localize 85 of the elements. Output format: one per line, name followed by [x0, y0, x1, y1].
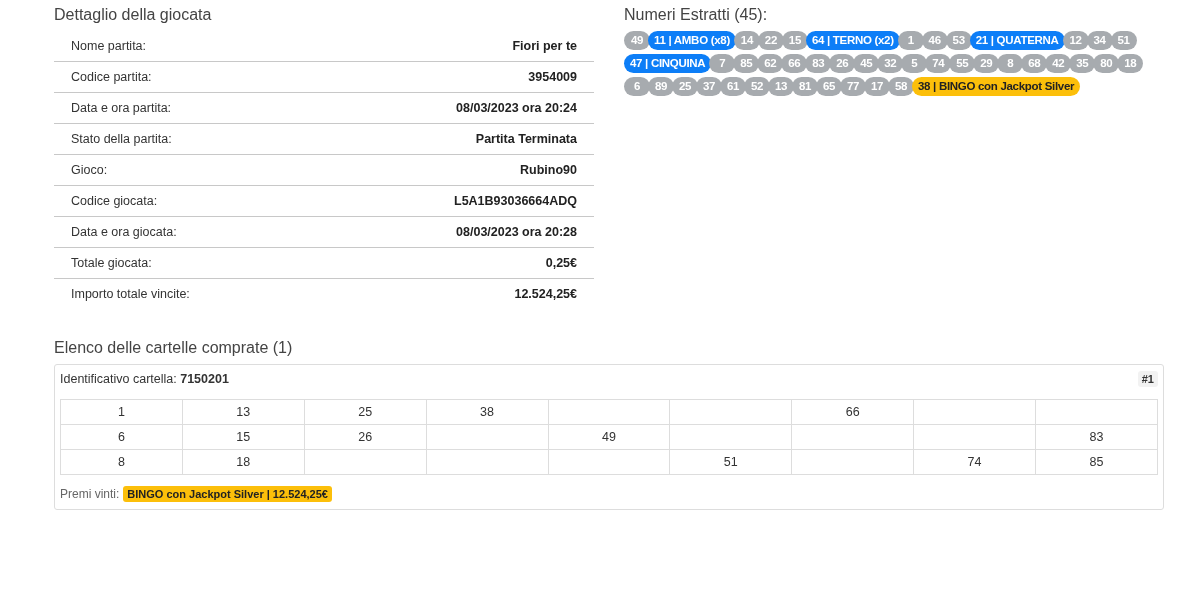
number-badge: 53 — [945, 31, 972, 50]
number-badge: 64 | TERNO (x2) — [805, 31, 900, 50]
ticket-cell: 15 — [182, 424, 305, 450]
number-badge: 47 | CINQUINA — [624, 54, 712, 73]
number-badge: 74 — [925, 54, 952, 73]
number-badge: 37 — [696, 77, 722, 96]
number-badge: 68 — [1021, 54, 1048, 73]
number-badge: 22 — [757, 31, 784, 50]
ticket-cell: 66 — [791, 399, 914, 425]
detail-label: Nome partita: — [71, 38, 147, 54]
detail-label: Stato della partita: — [71, 131, 172, 147]
ticket-cell: 51 — [669, 449, 792, 475]
ticket-id: Identificativo cartella: 7150201 — [60, 372, 229, 386]
number-badge: 6 — [624, 77, 650, 96]
section-title: Numeri Estratti (45): — [624, 6, 769, 24]
ticket-cell: 38 — [426, 399, 548, 425]
number-badge: 80 — [1093, 54, 1120, 73]
number-badge: 55 — [949, 54, 976, 73]
detail-label: Gioco: — [71, 162, 108, 178]
detail-value: Fiori per te — [512, 38, 577, 54]
number-badge: 14 — [733, 31, 760, 50]
number-badge: 51 — [1110, 31, 1137, 50]
ticket-cell: 8 — [60, 449, 183, 475]
ticket-cell: 74 — [913, 449, 1036, 475]
detail-value: 0,25€ — [545, 255, 577, 271]
number-badge: 62 — [757, 54, 784, 73]
number-badge: 12 — [1062, 31, 1089, 50]
number-badge: 81 — [792, 77, 818, 96]
number-badge: 45 — [853, 54, 880, 73]
number-badge: 17 — [864, 77, 890, 96]
number-badge: 66 — [781, 54, 808, 73]
section-title: Dettaglio della giocata — [54, 6, 213, 24]
number-badge: 32 — [877, 54, 904, 73]
number-badge: 46 — [921, 31, 948, 50]
detail-value: 12.524,25€ — [514, 286, 577, 302]
number-badge: 65 — [816, 77, 842, 96]
ticket-index-badge: #1 — [1137, 371, 1158, 387]
number-badge: 34 — [1086, 31, 1113, 50]
detail-value: Rubino90 — [520, 162, 577, 178]
prizes-label: Premi vinti: — [60, 487, 120, 501]
detail-label: Importo totale vincite: — [71, 286, 190, 302]
number-badge: 29 — [973, 54, 1000, 73]
number-badge: 1 — [897, 31, 924, 50]
ticket-cell: 1 — [60, 399, 183, 425]
section-title: Elenco delle cartelle comprate (1) — [54, 339, 294, 357]
number-badge: 83 — [805, 54, 832, 73]
detail-value: L5A1B93036664ADQ — [454, 193, 577, 209]
ticket-cell: 26 — [304, 424, 427, 450]
detail-value: Partita Terminata — [475, 131, 577, 147]
number-badge: 58 — [888, 77, 914, 96]
number-badge: 35 — [1069, 54, 1096, 73]
ticket-cell: 83 — [1035, 424, 1158, 450]
number-badge: 42 — [1045, 54, 1072, 73]
number-badge: 25 — [672, 77, 698, 96]
number-badge: 8 — [997, 54, 1024, 73]
ticket-cell: 18 — [182, 449, 305, 475]
number-badge: 77 — [840, 77, 866, 96]
number-badge: 49 — [624, 31, 650, 50]
ticket-cell: 13 — [182, 399, 305, 425]
ticket-cell: 25 — [304, 399, 427, 425]
number-badge: 11 | AMBO (x8) — [648, 31, 736, 50]
detail-label: Codice giocata: — [71, 193, 158, 209]
detail-label: Data e ora partita: — [71, 100, 172, 116]
number-badge: 5 — [901, 54, 928, 73]
number-badge: 7 — [709, 54, 736, 73]
number-badge: 18 — [1117, 54, 1144, 73]
number-badge: 13 — [768, 77, 794, 96]
detail-label: Codice partita: — [71, 69, 152, 85]
number-badge: 21 | QUATERNA — [969, 31, 1065, 50]
detail-value: 08/03/2023 ora 20:24 — [456, 100, 577, 116]
number-badge: 61 — [720, 77, 746, 96]
detail-value: 3954009 — [528, 69, 577, 85]
prize-badge: BINGO con Jackpot Silver | 12.524,25€ — [123, 486, 332, 502]
ticket-cell: 6 — [60, 424, 183, 450]
number-badge: 89 — [648, 77, 674, 96]
ticket-cell: 85 — [1035, 449, 1158, 475]
number-badge: 26 — [829, 54, 856, 73]
detail-value: 08/03/2023 ora 20:28 — [456, 224, 577, 240]
detail-label: Totale giocata: — [71, 255, 152, 271]
ticket-cell: 49 — [548, 424, 670, 450]
number-badge: 38 | BINGO con Jackpot Silver — [912, 77, 1081, 96]
number-badge: 85 — [733, 54, 760, 73]
number-badge: 52 — [744, 77, 770, 96]
number-badge: 15 — [781, 31, 808, 50]
detail-label: Data e ora giocata: — [71, 224, 177, 240]
